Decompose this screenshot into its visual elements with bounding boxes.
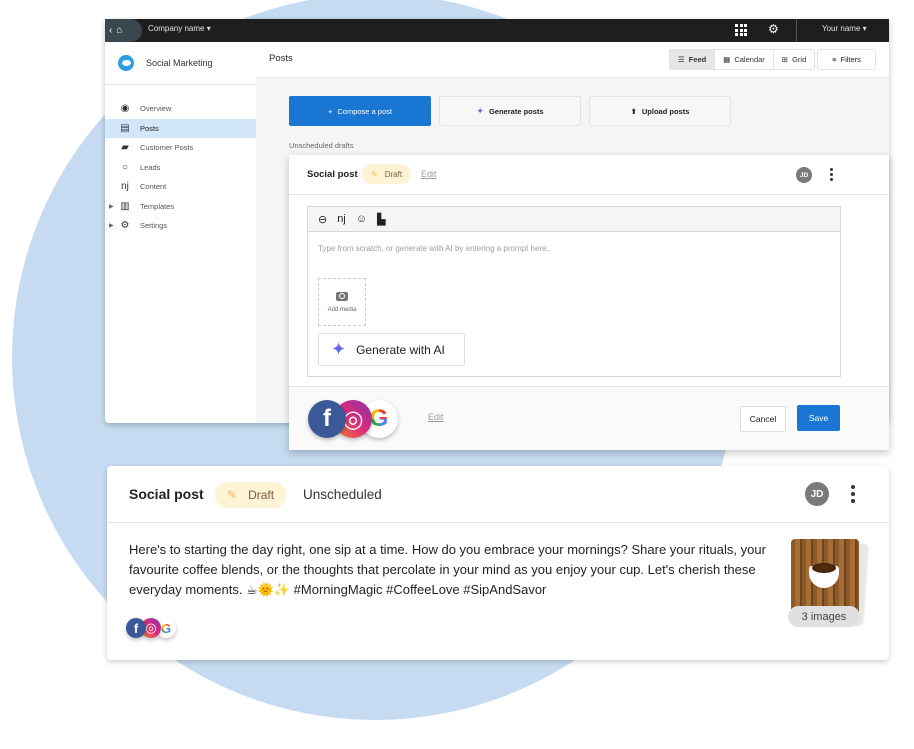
editor-toolbar: ⊖ ǌ ☺ ▙ [308, 207, 840, 232]
company-selector[interactable]: Company name ▾ [148, 24, 211, 33]
card-title: Social post [129, 486, 204, 502]
view-grid-button[interactable]: ⊞ Grid [774, 50, 814, 69]
grid-icon: ⊞ [781, 55, 789, 64]
post-actions: + Compose a post ✦ Generate posts ⬆ Upload … [289, 96, 731, 126]
caret-right-icon[interactable]: ▶ [109, 222, 114, 229]
status-badge: ✎ Draft [215, 482, 287, 508]
view-switcher: ☰ Feed ▦ Calendar ⊞ Grid [669, 49, 816, 70]
sidebar-item-overview[interactable]: ◉ Overview [105, 99, 256, 119]
compose-card-footer: f ◎ G Edit Cancel Save [289, 386, 889, 450]
status-badge: ✎ Draft [362, 164, 412, 184]
rss-icon[interactable]: ǌ [337, 213, 345, 225]
sidebar-item-customer-posts[interactable]: ▰ Customer Posts [105, 138, 256, 158]
generate-with-ai-button[interactable]: ✦ Generate with AI [318, 333, 465, 366]
upload-icon: ⬆ [630, 106, 637, 116]
post-card-header: Social post ✎ Draft Unscheduled JD [107, 466, 889, 523]
compose-card-header: Social post ✎ Draft Edit JD [289, 155, 889, 195]
cancel-button[interactable]: Cancel [740, 406, 786, 432]
add-photo-icon [336, 291, 348, 301]
sidebar-header: Social Marketing [105, 42, 256, 85]
sidebar-item-content[interactable]: ǌ Content [105, 177, 256, 197]
layout-icon[interactable]: ▙ [377, 213, 385, 226]
sidebar-item-settings[interactable]: ▶ ⚙ Settings [105, 216, 256, 236]
caret-down-icon: ▾ [862, 24, 867, 33]
link-icon[interactable]: ⊖ [318, 213, 327, 226]
post-icon: ▤ [120, 122, 130, 134]
facebook-icon: f [308, 400, 346, 438]
compose-card: Social post ✎ Draft Edit JD ⊖ ǌ ☺ ▙ Type … [289, 155, 889, 450]
sidebar-item-leads[interactable]: ○ Leads [105, 158, 256, 178]
divider [796, 19, 797, 42]
avatar: JD [796, 167, 812, 183]
top-bar: ‹ ⌂ Company name ▾ ⚙ Your name ▾ [105, 19, 889, 42]
sparkle-icon: ✦ [331, 339, 347, 359]
images-count-badge: 3 images [788, 606, 860, 627]
compose-post-button[interactable]: + Compose a post [289, 96, 431, 126]
emoji-icon[interactable]: ☺ [356, 213, 367, 225]
view-calendar-button[interactable]: ▦ Calendar [715, 50, 774, 69]
list-icon: ☰ [678, 55, 685, 64]
calendar-icon: ▦ [723, 55, 731, 64]
sidebar-item-posts[interactable]: ▤ Posts [105, 118, 256, 138]
sidebar-item-templates[interactable]: ▶ ▥ Templates [105, 197, 256, 217]
chart-icon: ▥ [120, 200, 130, 212]
social-marketing-logo-icon [118, 55, 134, 71]
more-options-icon[interactable] [830, 168, 833, 181]
facebook-icon: f [126, 618, 146, 638]
rss-icon: ǌ [121, 181, 129, 193]
avatar: JD [805, 482, 829, 506]
chat-icon: ▰ [121, 142, 129, 154]
user-menu[interactable]: Your name ▾ [822, 24, 867, 33]
edit-link[interactable]: Edit [421, 169, 437, 179]
add-media-button[interactable]: Add media [318, 278, 366, 326]
social-networks: f ◎ G [126, 618, 176, 638]
draft-icon: ✎ [227, 488, 238, 502]
schedule-status: Unscheduled [303, 487, 382, 502]
sidebar: Social Marketing ◉ Overview ▤ Posts ▰ Custo… [105, 42, 256, 423]
post-card[interactable]: Social post ✎ Draft Unscheduled JD Here's… [107, 466, 889, 660]
apps-grid-icon[interactable] [735, 24, 747, 36]
gear-icon[interactable]: ⚙ [768, 22, 779, 36]
chevron-left-icon: ‹ [109, 25, 113, 36]
upload-posts-button[interactable]: ⬆ Upload posts [589, 96, 731, 126]
generate-posts-button[interactable]: ✦ Generate posts [439, 96, 581, 126]
home-icon: ⌂ [116, 25, 123, 36]
compass-icon: ◉ [120, 103, 130, 115]
view-feed-button[interactable]: ☰ Feed [670, 50, 716, 69]
social-networks: f ◎ G [308, 400, 398, 438]
post-body: Here's to starting the day right, one si… [129, 542, 766, 597]
filters-button[interactable]: ≡ Filters [817, 49, 876, 70]
page-title: Posts [269, 53, 293, 64]
page-header: Posts ☰ Feed ▦ Calendar ⊞ Grid ≡ Filters [256, 42, 889, 78]
save-button[interactable]: Save [797, 405, 840, 431]
caret-right-icon[interactable]: ▶ [109, 203, 114, 210]
more-options-icon[interactable] [851, 485, 855, 503]
sparkle-icon: ✦ [476, 105, 484, 116]
sidebar-title: Social Marketing [146, 58, 213, 68]
filter-icon: ≡ [832, 55, 837, 64]
post-text-input[interactable]: Type from scratch, or generate with AI b… [318, 244, 551, 253]
caret-down-icon: ▾ [206, 24, 211, 33]
plus-icon: + [327, 106, 333, 116]
section-label: Unscheduled drafts [289, 141, 354, 150]
edit-networks-link[interactable]: Edit [428, 412, 444, 422]
post-editor: ⊖ ǌ ☺ ▙ Type from scratch, or generate w… [307, 206, 841, 377]
gear-icon: ⚙ [120, 220, 130, 232]
home-button[interactable]: ‹ ⌂ [105, 19, 142, 42]
target-icon: ○ [121, 161, 129, 173]
draft-icon: ✎ [371, 169, 378, 179]
card-title: Social post [307, 169, 358, 180]
